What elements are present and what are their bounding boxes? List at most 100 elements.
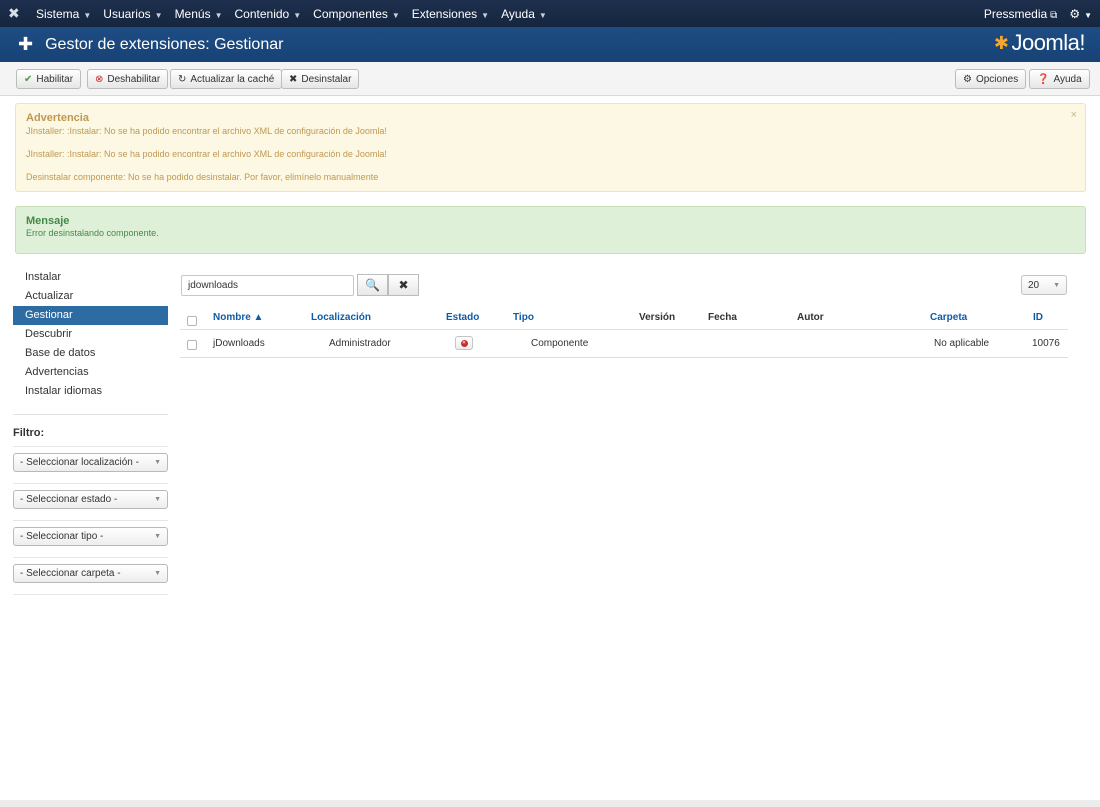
chevron-down-icon: ▼ — [293, 10, 302, 20]
select-all-checkbox[interactable] — [187, 316, 197, 326]
extension-id: 10076 — [1032, 338, 1060, 349]
search-input[interactable]: jdownloads — [181, 275, 354, 296]
chevron-down-icon: ▼ — [154, 10, 163, 20]
chevron-down-icon: ▼ — [391, 10, 400, 20]
page-title: Gestor de extensiones: Gestionar — [45, 35, 284, 53]
filter-divider — [13, 446, 168, 447]
user-settings-menu[interactable]: ⚙ ▼ — [1069, 7, 1092, 21]
disable-button[interactable]: ⊗ Deshabilitar — [87, 69, 169, 89]
chevron-down-icon: ▼ — [1084, 10, 1092, 20]
help-button[interactable]: ❓ Ayuda — [1029, 69, 1090, 89]
type-filter-select[interactable]: - Seleccionar tipo - ▼ — [13, 527, 168, 546]
chevron-down-icon: ▼ — [214, 10, 223, 20]
sidebar-item-descubrir[interactable]: Descubrir — [13, 325, 168, 344]
search-icon: 🔍 — [365, 278, 380, 292]
uninstall-button[interactable]: ✖ Desinstalar — [281, 69, 360, 89]
column-id[interactable]: ID — [1033, 312, 1043, 323]
column-folder[interactable]: Carpeta — [930, 312, 967, 323]
warning-line: JInstaller: :Instalar: No se ha podido e… — [26, 126, 387, 136]
gear-icon: ⚙ — [1069, 6, 1081, 21]
warning-title: Advertencia — [26, 112, 89, 124]
filter-divider — [13, 557, 168, 558]
list-limit-select[interactable]: 20 ▼ — [1021, 275, 1067, 295]
remove-icon: ⊗ — [95, 73, 104, 85]
sidebar-item-instalar-idiomas[interactable]: Instalar idiomas — [13, 382, 168, 401]
column-type[interactable]: Tipo — [513, 312, 534, 323]
options-button[interactable]: ⚙ Opciones — [955, 69, 1027, 89]
menu-extensiones[interactable]: Extensiones ▼ — [412, 7, 489, 21]
message-text: Error desinstalando componente. — [26, 228, 159, 238]
extension-location: Administrador — [329, 338, 391, 349]
chevron-down-icon: ▼ — [154, 459, 161, 466]
filter-divider — [13, 594, 168, 595]
menu-sistema[interactable]: Sistema ▼ — [36, 7, 91, 21]
joomla-logo: ✱ Joomla! — [993, 30, 1086, 55]
filter-divider — [13, 520, 168, 521]
sidebar-divider — [13, 414, 168, 415]
filter-title: Filtro: — [13, 427, 45, 439]
chevron-down-icon: ▼ — [154, 570, 161, 577]
message-alert: Mensaje Error desinstalando componente. — [15, 206, 1086, 254]
message-title: Mensaje — [26, 215, 70, 227]
search-button[interactable]: 🔍 — [357, 274, 388, 296]
question-icon: ❓ — [1037, 73, 1050, 85]
chevron-down-icon: ▼ — [154, 533, 161, 540]
column-date: Fecha — [708, 312, 737, 323]
column-version: Versión — [639, 312, 676, 323]
toolbar: ✔ Habilitar ⊗ Deshabilitar ↻ Actualizar la … — [0, 62, 1100, 96]
extension-folder: No aplicable — [934, 338, 990, 349]
location-filter-select[interactable]: - Seleccionar localización - ▼ — [13, 453, 168, 472]
chevron-down-icon: ▼ — [83, 10, 92, 20]
enable-button[interactable]: ✔ Habilitar — [16, 69, 82, 89]
sidebar-item-gestionar[interactable]: Gestionar — [13, 306, 168, 325]
menu-ayuda[interactable]: Ayuda ▼ — [501, 7, 547, 21]
menu-usuarios[interactable]: Usuarios ▼ — [103, 7, 162, 21]
external-link-icon: ⧉ — [1050, 9, 1058, 21]
disabled-status-icon: ✕ — [460, 339, 468, 347]
folder-filter-select[interactable]: - Seleccionar carpeta - ▼ — [13, 564, 168, 583]
sidebar-item-advertencias[interactable]: Advertencias — [13, 363, 168, 382]
sidebar-item-instalar[interactable]: Instalar — [13, 268, 168, 287]
site-link[interactable]: Pressmedia ⧉ — [984, 7, 1058, 21]
sidebar-item-base-de-datos[interactable]: Base de datos — [13, 344, 168, 363]
sidebar-item-actualizar[interactable]: Actualizar — [13, 287, 168, 306]
state-filter-select[interactable]: - Seleccionar estado - ▼ — [13, 490, 168, 509]
column-location[interactable]: Localización — [311, 312, 371, 323]
column-state[interactable]: Estado — [446, 312, 479, 323]
refresh-icon: ↻ — [178, 73, 187, 85]
gear-icon: ⚙ — [963, 73, 972, 85]
warning-alert: × Advertencia JInstaller: :Instalar: No … — [15, 103, 1086, 192]
table-row: jDownloads Administrador ✕ Componente No… — [180, 330, 1068, 358]
close-icon[interactable]: × — [1071, 109, 1077, 121]
check-icon: ✔ — [24, 73, 33, 85]
chevron-down-icon: ▼ — [481, 10, 490, 20]
extension-name: jDownloads — [213, 338, 265, 349]
refresh-cache-button[interactable]: ↻ Actualizar la caché — [170, 69, 283, 89]
table-header-row: Nombre ▲ Localización Estado Tipo Versió… — [180, 308, 1068, 330]
chevron-down-icon: ▼ — [1053, 281, 1060, 289]
puzzle-icon: ✚ — [18, 34, 34, 54]
column-name[interactable]: Nombre ▲ — [213, 312, 263, 323]
top-navigation-bar: ✖ Sistema ▼ Usuarios ▼ Menús ▼ Contenido ▼ C… — [0, 0, 1100, 27]
status-toggle-button[interactable]: ✕ — [455, 336, 473, 350]
warning-line: JInstaller: :Instalar: No se ha podido e… — [26, 149, 387, 159]
extension-type: Componente — [531, 338, 589, 349]
clear-search-button[interactable]: ✖ — [388, 274, 419, 296]
joomla-logo-icon: ✱ — [993, 32, 1009, 53]
menu-contenido[interactable]: Contenido ▼ — [235, 7, 302, 21]
footer-bar — [0, 800, 1100, 807]
sidebar: Instalar Actualizar Gestionar Descubrir … — [13, 268, 168, 601]
close-icon: ✖ — [398, 278, 409, 292]
chevron-down-icon: ▼ — [538, 10, 547, 20]
joomla-icon[interactable]: ✖ — [8, 5, 24, 22]
chevron-down-icon: ▼ — [154, 496, 161, 503]
menu-menus[interactable]: Menús ▼ — [175, 7, 223, 21]
menu-componentes[interactable]: Componentes ▼ — [313, 7, 400, 21]
filter-divider — [13, 483, 168, 484]
row-checkbox[interactable] — [187, 340, 197, 350]
close-icon: ✖ — [289, 73, 298, 85]
column-author: Autor — [797, 312, 824, 323]
extensions-table: Nombre ▲ Localización Estado Tipo Versió… — [180, 308, 1068, 358]
page-header: ✚ Gestor de extensiones: Gestionar ✱ Joom… — [0, 27, 1100, 62]
warning-line: Desinstalar componente: No se ha podido … — [26, 172, 379, 182]
